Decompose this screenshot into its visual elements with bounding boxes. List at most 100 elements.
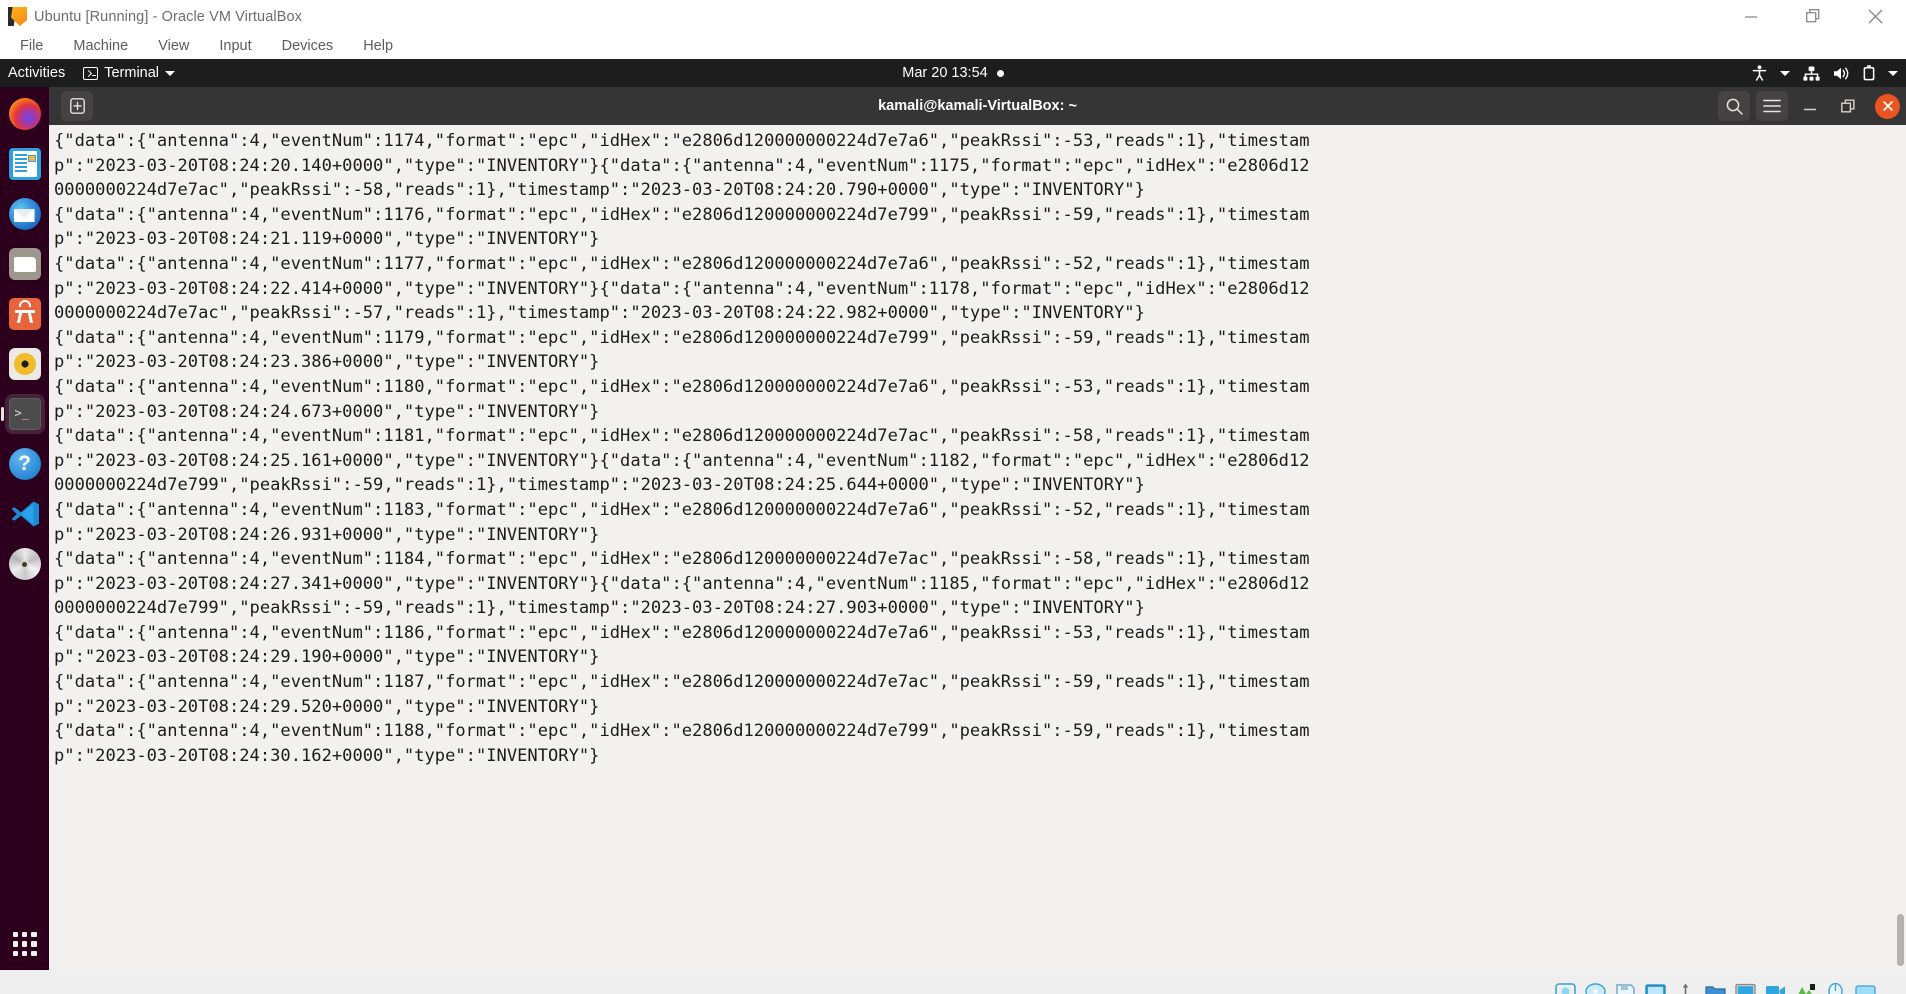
terminal-line: {"data":{"antenna":4,"eventNum":1177,"fo… xyxy=(54,253,1310,274)
terminal-line: p":"2023-03-20T08:24:29.190+0000","type"… xyxy=(54,647,600,668)
guest-screen: Activities Terminal Mar 20 13:54 >_ ? ka… xyxy=(0,59,1906,970)
menu-devices[interactable]: Devices xyxy=(267,36,349,56)
thunderbird-icon xyxy=(8,198,41,230)
ubuntu-dock: >_ ? xyxy=(0,87,49,970)
optical-disk-icon[interactable] xyxy=(1585,983,1606,994)
terminal-line: p":"2023-03-20T08:24:21.119+0000","type"… xyxy=(54,229,600,250)
terminal-body[interactable]: {"data":{"antenna":4,"eventNum":1174,"fo… xyxy=(49,125,1906,970)
terminal-line: {"data":{"antenna":4,"eventNum":1176,"fo… xyxy=(54,204,1310,225)
ubuntu-software-icon xyxy=(8,298,41,330)
network-wired-icon[interactable] xyxy=(1803,66,1820,81)
keyboard-icon[interactable] xyxy=(1855,983,1876,994)
dock-item-rhythmbox[interactable] xyxy=(5,344,45,384)
terminal-maximize-button[interactable] xyxy=(1832,91,1864,121)
menu-input[interactable]: Input xyxy=(204,36,266,56)
vbox-window-title: Ubuntu [Running] - Oracle VM VirtualBox xyxy=(34,8,302,25)
dock-item-ubuntu-software[interactable] xyxy=(5,294,45,334)
menu-machine[interactable]: Machine xyxy=(58,36,143,56)
terminal-title: kamali@kamali-VirtualBox: ~ xyxy=(878,98,1077,114)
battery-icon[interactable] xyxy=(1863,65,1875,81)
dock-item-terminal[interactable]: >_ xyxy=(0,394,45,434)
network-icon[interactable] xyxy=(1645,983,1666,994)
menu-view[interactable]: View xyxy=(143,36,204,56)
terminal-line: {"data":{"antenna":4,"eventNum":1187,"fo… xyxy=(54,672,1310,693)
usb-icon[interactable] xyxy=(1675,983,1696,994)
terminal-icon xyxy=(83,66,99,80)
help-icon: ? xyxy=(8,448,41,480)
files-icon xyxy=(8,248,41,280)
terminal-scrollbar[interactable] xyxy=(1894,125,1906,970)
app-menu-label: Terminal xyxy=(104,65,160,81)
terminal-line: {"data":{"antenna":4,"eventNum":1188,"fo… xyxy=(54,721,1310,742)
terminal-line: 0000000224d7e799","peakRssi":-59,"reads"… xyxy=(54,475,1145,496)
dock-item-thunderbird[interactable] xyxy=(5,194,45,234)
terminal-dock-icon: >_ xyxy=(8,398,41,430)
menu-file[interactable]: File xyxy=(5,36,58,56)
vscode-icon xyxy=(9,498,41,530)
chevron-down-icon[interactable] xyxy=(1780,70,1790,76)
dock-item-firefox[interactable] xyxy=(5,94,45,134)
chevron-down-icon[interactable] xyxy=(1888,70,1898,76)
terminal-line: p":"2023-03-20T08:24:25.161+0000","type"… xyxy=(54,450,1310,471)
terminal-close-button[interactable] xyxy=(1875,93,1900,119)
activities-button[interactable]: Activities xyxy=(0,65,75,81)
terminal-menu-button[interactable] xyxy=(1756,91,1788,121)
clock-label[interactable]: Mar 20 13:54 xyxy=(902,65,987,81)
terminal-line: {"data":{"antenna":4,"eventNum":1186,"fo… xyxy=(54,622,1310,643)
volume-icon[interactable] xyxy=(1833,66,1850,81)
terminal-window-controls xyxy=(1718,91,1900,121)
terminal-line: {"data":{"antenna":4,"eventNum":1174,"fo… xyxy=(54,131,1310,151)
terminal-search-button[interactable] xyxy=(1718,91,1750,121)
dock-item-libreoffice-writer[interactable] xyxy=(5,144,45,184)
terminal-line: p":"2023-03-20T08:24:20.140+0000","type"… xyxy=(54,155,1310,176)
vbox-menubar: File Machine View Input Devices Help xyxy=(0,33,1906,59)
display-icon[interactable] xyxy=(1735,983,1756,994)
terminal-line: 0000000224d7e799","peakRssi":-59,"reads"… xyxy=(54,598,1145,619)
accessibility-icon[interactable] xyxy=(1752,65,1767,81)
terminal-line: {"data":{"antenna":4,"eventNum":1183,"fo… xyxy=(54,499,1310,520)
shared-folder-icon[interactable] xyxy=(1705,983,1726,994)
dock-item-help[interactable]: ? xyxy=(5,444,45,484)
dock-item-vscode[interactable] xyxy=(5,494,45,534)
vbox-minimize-button[interactable] xyxy=(1720,0,1782,33)
vbox-status-bar xyxy=(0,970,1906,994)
hard-disk-icon[interactable] xyxy=(1555,983,1576,994)
terminal-line: p":"2023-03-20T08:24:30.162+0000","type"… xyxy=(54,745,600,766)
new-tab-button[interactable] xyxy=(61,91,93,121)
vbox-restore-button[interactable] xyxy=(1782,0,1844,33)
dock-item-files[interactable] xyxy=(5,244,45,284)
terminal-scrollbar-thumb[interactable] xyxy=(1897,914,1904,966)
virtualbox-icon xyxy=(8,7,27,26)
recording-icon[interactable] xyxy=(1765,983,1786,994)
system-tray[interactable] xyxy=(1752,59,1898,87)
terminal-line: p":"2023-03-20T08:24:24.673+0000","type"… xyxy=(54,401,600,422)
vbox-close-button[interactable] xyxy=(1844,0,1906,33)
terminal-line: {"data":{"antenna":4,"eventNum":1184,"fo… xyxy=(54,549,1310,570)
terminal-minimize-button[interactable] xyxy=(1794,91,1826,121)
terminal-titlebar: kamali@kamali-VirtualBox: ~ xyxy=(49,87,1906,125)
vbox-titlebar: Ubuntu [Running] - Oracle VM VirtualBox xyxy=(0,0,1906,33)
terminal-line: 0000000224d7e7ac","peakRssi":-57,"reads"… xyxy=(54,303,1145,324)
terminal-window: kamali@kamali-VirtualBox: ~ {"data":{"an… xyxy=(49,87,1906,970)
mouse-icon[interactable] xyxy=(1825,982,1846,994)
terminal-output[interactable]: {"data":{"antenna":4,"eventNum":1174,"fo… xyxy=(49,125,1894,970)
terminal-line: {"data":{"antenna":4,"eventNum":1179,"fo… xyxy=(54,327,1310,348)
firefox-icon xyxy=(8,98,41,130)
chevron-down-icon xyxy=(165,70,176,76)
notification-dot-icon xyxy=(996,69,1004,77)
show-applications-button[interactable] xyxy=(0,932,49,956)
terminal-line: p":"2023-03-20T08:24:22.414+0000","type"… xyxy=(54,278,1310,299)
terminal-line: 0000000224d7e7ac","peakRssi":-58,"reads"… xyxy=(54,180,1145,201)
rhythmbox-icon xyxy=(8,348,41,380)
optical-disc-icon xyxy=(8,548,41,580)
menu-help[interactable]: Help xyxy=(348,36,408,56)
terminal-line: p":"2023-03-20T08:24:29.520+0000","type"… xyxy=(54,696,600,717)
terminal-line: {"data":{"antenna":4,"eventNum":1181,"fo… xyxy=(54,426,1310,447)
app-menu-button[interactable]: Terminal xyxy=(75,65,183,81)
floppy-icon[interactable] xyxy=(1615,983,1636,994)
libreoffice-writer-icon xyxy=(8,148,41,180)
dock-item-disc[interactable] xyxy=(5,544,45,584)
terminal-line: p":"2023-03-20T08:24:27.341+0000","type"… xyxy=(54,573,1310,594)
gnome-top-panel: Activities Terminal Mar 20 13:54 xyxy=(0,59,1906,87)
features-icon[interactable] xyxy=(1795,983,1816,994)
